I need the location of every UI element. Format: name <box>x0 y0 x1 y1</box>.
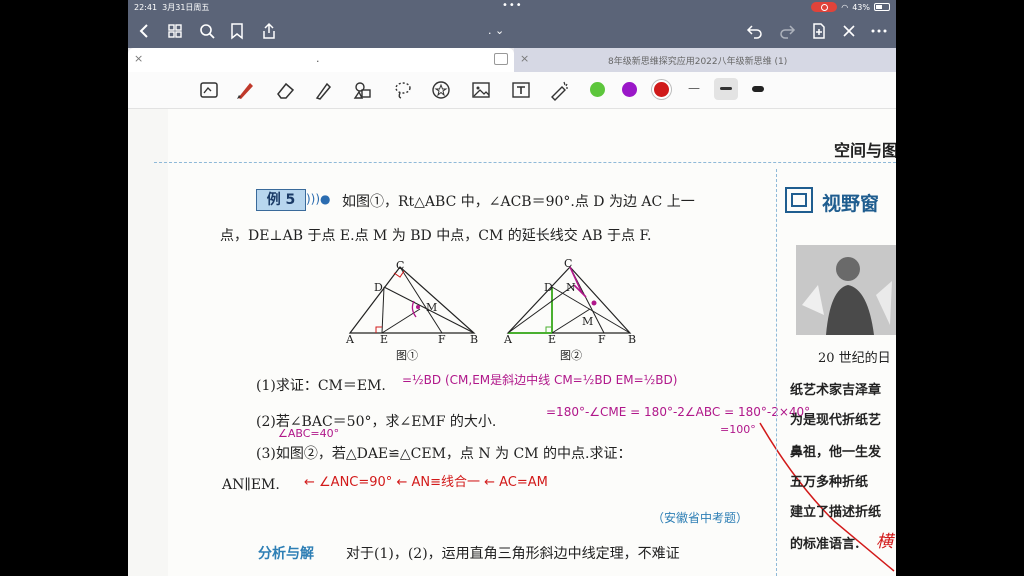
tab-label: . <box>316 52 320 65</box>
sidebar-line-4: 鼻祖，他一生发 <box>790 445 882 460</box>
question-3: (3)如图②，若△DAE≌△CEM，点 N 为 CM 的中点.求证： <box>256 446 632 462</box>
wifi-icon: ◠ <box>841 2 849 12</box>
label-C1: C <box>396 259 405 272</box>
handwritten-note-q3: ← ∠ANC=90° ← AN≡线合一 ← AC=AM <box>304 475 548 490</box>
figure-1-caption: 图① <box>396 349 418 362</box>
label-D1: D <box>374 281 383 294</box>
handwritten-note-abc: ∠ABC=40° <box>278 427 340 440</box>
status-date: 3月31日周五 <box>162 3 210 12</box>
example-line-2: 点，DE⊥AB 于点 E.点 M 为 BD 中点，CM 的延长线交 AB 于点 … <box>220 228 652 244</box>
label-M2: M <box>582 315 594 328</box>
figure-2 <box>506 266 632 334</box>
color-purple-swatch[interactable] <box>622 82 637 97</box>
sidebar-line-5: 五万多种折纸 <box>790 475 869 490</box>
shapes-icon[interactable] <box>352 79 374 101</box>
split-view-icon[interactable] <box>494 53 508 65</box>
label-N2: N <box>566 281 576 294</box>
tab-close-icon[interactable]: × <box>520 52 529 65</box>
stroke-thick-option[interactable] <box>752 86 764 92</box>
stroke-medium-option-selected[interactable] <box>714 78 738 100</box>
multitask-dots[interactable]: ••• <box>502 0 523 11</box>
share-icon[interactable] <box>260 22 278 40</box>
label-E2: E <box>548 333 557 346</box>
sidebar-line-1: 20 世纪的日 <box>818 351 891 366</box>
image-icon[interactable] <box>470 79 492 101</box>
header-divider <box>154 162 896 163</box>
handwritten-mark: 横 <box>876 532 893 552</box>
analysis-text: 对于(1)，(2)，运用直角三角形斜边中线定理，不难证 <box>346 546 680 562</box>
ipad-screen: 22:41 3月31日周五 ••• ◠ 43% . ⌄ × . × 8年级新思维… <box>128 0 896 576</box>
battery-icon <box>874 3 890 11</box>
redo-icon[interactable] <box>778 22 796 40</box>
tab-close-icon[interactable]: × <box>134 52 143 65</box>
label-A1: A <box>346 333 354 346</box>
label-M1: M <box>426 301 438 314</box>
sticker-icon[interactable] <box>430 79 452 101</box>
handwritten-note-q1: =½BD (CM,EM是斜边中线 CM=½BD EM=½BD) <box>402 373 678 387</box>
tab-bar: × . × 8年级新思维探究应用2022八年级新思维 (1) <box>128 48 896 72</box>
tab-current[interactable]: × . <box>128 48 514 72</box>
sidebar-divider <box>776 169 777 576</box>
figure-1 <box>348 266 476 334</box>
sidebar-line-3: 为是现代折纸艺 <box>790 413 882 428</box>
sound-icon: )))● <box>306 192 331 206</box>
handwritten-note-q2: =180°-∠CME = 180°-2∠ABC = 180°-2×40° <box>546 405 811 419</box>
status-time-date: 22:41 3月31日周五 <box>134 2 209 13</box>
figure-2-caption: 图② <box>560 349 582 362</box>
handwritten-note-q2-result: =100° <box>720 423 756 436</box>
example-line-1: 如图①，Rt△ABC 中，∠ACB＝90°.点 D 为边 AC 上一 <box>342 194 695 210</box>
example-badge: 例 5 <box>256 189 306 211</box>
annotation-toolbar: — <box>128 72 896 109</box>
color-green-swatch[interactable] <box>590 82 605 97</box>
sidebar-title: 视野窗 <box>822 193 880 215</box>
section-header: 空间与图 <box>834 141 896 160</box>
pen-icon[interactable] <box>234 79 256 101</box>
battery-percent: 43% <box>852 2 870 12</box>
label-E1: E <box>380 333 389 346</box>
sidebar-line-6: 建立了描述折纸 <box>790 505 882 520</box>
label-C2: C <box>564 257 573 270</box>
color-red-swatch-selected[interactable] <box>654 82 669 97</box>
label-B1: B <box>470 333 479 346</box>
highlighter-icon[interactable] <box>312 79 334 101</box>
status-right: ◠ 43% <box>811 2 890 12</box>
label-B2: B <box>628 333 637 346</box>
question-1: (1)求证：CM＝EM. <box>256 378 386 394</box>
lasso-icon[interactable] <box>392 79 414 101</box>
tab-document[interactable]: × 8年级新思维探究应用2022八年级新思维 (1) <box>514 48 896 72</box>
label-F1: F <box>438 333 446 346</box>
document-title[interactable]: . ⌄ <box>488 24 504 37</box>
grid-icon[interactable] <box>166 22 184 40</box>
back-icon[interactable] <box>136 22 154 40</box>
status-time: 22:41 <box>134 3 158 12</box>
tab-label: 8年级新思维探究应用2022八年级新思维 (1) <box>608 57 788 67</box>
text-icon[interactable] <box>510 79 532 101</box>
portrait-photo <box>796 245 896 335</box>
undo-icon[interactable] <box>746 22 764 40</box>
laser-pointer-icon[interactable] <box>548 79 570 101</box>
stroke-thin-option[interactable]: — <box>688 81 700 95</box>
close-edit-icon[interactable] <box>840 22 858 40</box>
lasso-image-icon[interactable] <box>198 79 220 101</box>
search-icon[interactable] <box>198 22 216 40</box>
label-D2: D <box>544 281 553 294</box>
analysis-label: 分析与解 <box>258 546 314 562</box>
sidebar-line-7: 的标准语言. <box>790 537 860 552</box>
nav-bar: . ⌄ <box>128 14 896 48</box>
problem-source: （安徽省中考题） <box>652 511 749 525</box>
add-page-icon[interactable] <box>810 22 828 40</box>
screen-record-icon[interactable] <box>811 2 838 12</box>
document-page[interactable]: 空间与图 例 5 )))● 如图①，Rt△ABC 中，∠ACB＝90°.点 D … <box>128 109 896 576</box>
sidebar-line-2: 纸艺术家吉泽章 <box>790 383 882 398</box>
status-bar: 22:41 3月31日周五 ••• ◠ 43% <box>128 0 896 14</box>
question-3-continued: AN∥EM. <box>222 477 280 493</box>
vision-window-icon <box>785 187 813 213</box>
label-A2: A <box>504 333 512 346</box>
label-F2: F <box>598 333 606 346</box>
eraser-icon[interactable] <box>274 79 296 101</box>
page-margin <box>128 109 168 576</box>
bookmark-icon[interactable] <box>228 22 246 40</box>
more-icon[interactable] <box>870 22 888 40</box>
